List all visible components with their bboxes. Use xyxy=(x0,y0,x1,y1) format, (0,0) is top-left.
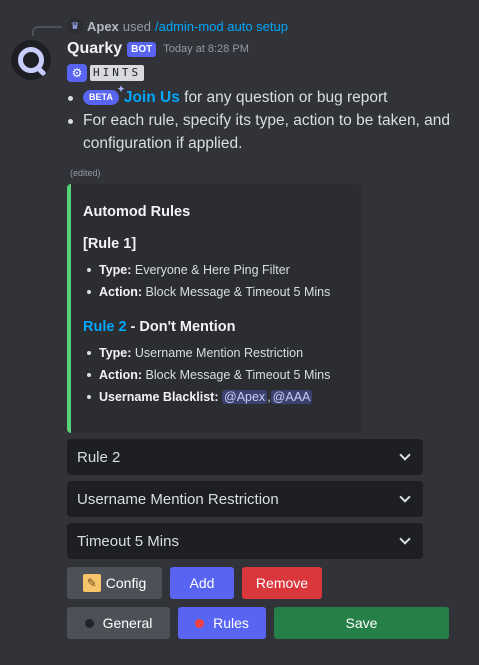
rule-2-link[interactable]: Rule 2 xyxy=(83,319,127,335)
rule-2-details: Type: Username Mention Restriction Actio… xyxy=(83,342,349,408)
rules-label: Rules xyxy=(213,615,249,631)
remove-label: Remove xyxy=(255,575,309,591)
automod-embed: Automod Rules [Rule 1] Type: Everyone & … xyxy=(67,184,361,433)
chevron-down-icon xyxy=(399,449,411,461)
save-button[interactable]: Save xyxy=(274,607,449,639)
general-button[interactable]: General xyxy=(67,607,170,639)
list-item: Action: Block Message & Timeout 5 Mins xyxy=(83,281,349,303)
select-value: Timeout 5 Mins xyxy=(77,532,179,550)
field-label: Action: xyxy=(99,368,143,382)
add-button[interactable]: Add xyxy=(170,567,234,599)
field-value: Username Mention Restriction xyxy=(131,346,304,360)
reply-connector xyxy=(32,26,62,36)
add-label: Add xyxy=(189,575,215,591)
hints-text: HINTS xyxy=(90,65,145,81)
user-mention[interactable]: @Apex xyxy=(222,390,268,404)
black-circle-icon xyxy=(84,618,94,628)
rule-2-title-rest: - Don't Mention xyxy=(126,319,236,335)
rule-1-details: Type: Everyone & Here Ping Filter Action… xyxy=(83,259,349,303)
reply-verb: used xyxy=(122,18,151,34)
rule-2-title: Rule 2 - Don't Mention xyxy=(83,318,349,336)
bot-badge: BOT xyxy=(127,41,157,57)
avatar[interactable] xyxy=(11,40,51,80)
select-value: Username Mention Restriction xyxy=(77,490,279,508)
user-mention[interactable]: @AAA xyxy=(270,390,313,404)
rule-1-title: [Rule 1] xyxy=(83,236,137,252)
reply-username[interactable]: Apex xyxy=(87,19,119,34)
field-label: Type: xyxy=(99,263,132,277)
reply-command[interactable]: /admin-mod auto setup xyxy=(155,19,288,34)
remove-button[interactable]: Remove xyxy=(242,567,322,599)
rule-select[interactable]: Rule 2 xyxy=(67,439,423,475)
edited-label: (edited) xyxy=(70,168,101,178)
field-label: Action: xyxy=(99,285,143,299)
field-value: Everyone & Here Ping Filter xyxy=(131,263,290,277)
hint-list: BETAJoin Us for any question or bug repo… xyxy=(67,84,467,155)
list-item: Username Blacklist: @Apex, @AAA xyxy=(83,386,349,408)
chevron-down-icon xyxy=(399,491,411,503)
field-label: Type: xyxy=(99,346,132,360)
rules-button[interactable]: Rules xyxy=(178,607,266,639)
memo-icon: ✎ xyxy=(82,574,101,592)
chevron-down-icon xyxy=(399,533,411,545)
robot-icon: ⚙ xyxy=(67,64,87,82)
list-item: For each rule, specify its type, action … xyxy=(67,109,467,155)
field-value: Block Message & Timeout 5 Mins xyxy=(142,285,331,299)
join-us-link[interactable]: Join Us xyxy=(124,89,180,106)
field-label: Username Blacklist: xyxy=(99,390,219,404)
type-select[interactable]: Username Mention Restriction xyxy=(67,481,423,517)
list-item: Type: Username Mention Restriction xyxy=(83,342,349,364)
config-label: Config xyxy=(105,575,147,591)
hints-label: ⚙ HINTS xyxy=(67,64,145,82)
action-select[interactable]: Timeout 5 Mins xyxy=(67,523,423,559)
embed-title: Automod Rules xyxy=(83,204,191,220)
username[interactable]: Quarky xyxy=(67,40,122,58)
select-value: Rule 2 xyxy=(77,448,121,466)
quarky-logo-icon xyxy=(18,47,44,73)
reply-context[interactable]: ♛ Apex used /admin-mod auto setup xyxy=(67,18,288,34)
list-item: BETAJoin Us for any question or bug repo… xyxy=(67,84,467,109)
reply-avatar-icon: ♛ xyxy=(67,18,83,34)
list-item-text: for any question or bug report xyxy=(179,89,388,106)
list-item-text: For each rule, specify its type, action … xyxy=(83,112,451,152)
beta-badge: BETA xyxy=(83,84,125,105)
list-item: Type: Everyone & Here Ping Filter xyxy=(83,259,349,281)
timestamp: Today at 8:28 PM xyxy=(163,43,249,55)
red-circle-icon xyxy=(195,618,205,628)
config-button[interactable]: ✎ Config xyxy=(67,567,162,599)
save-label: Save xyxy=(345,615,378,631)
general-label: General xyxy=(102,615,153,631)
field-value: Block Message & Timeout 5 Mins xyxy=(142,368,331,382)
message-header: Quarky BOT Today at 8:28 PM xyxy=(67,40,249,58)
list-item: Action: Block Message & Timeout 5 Mins xyxy=(83,364,349,386)
